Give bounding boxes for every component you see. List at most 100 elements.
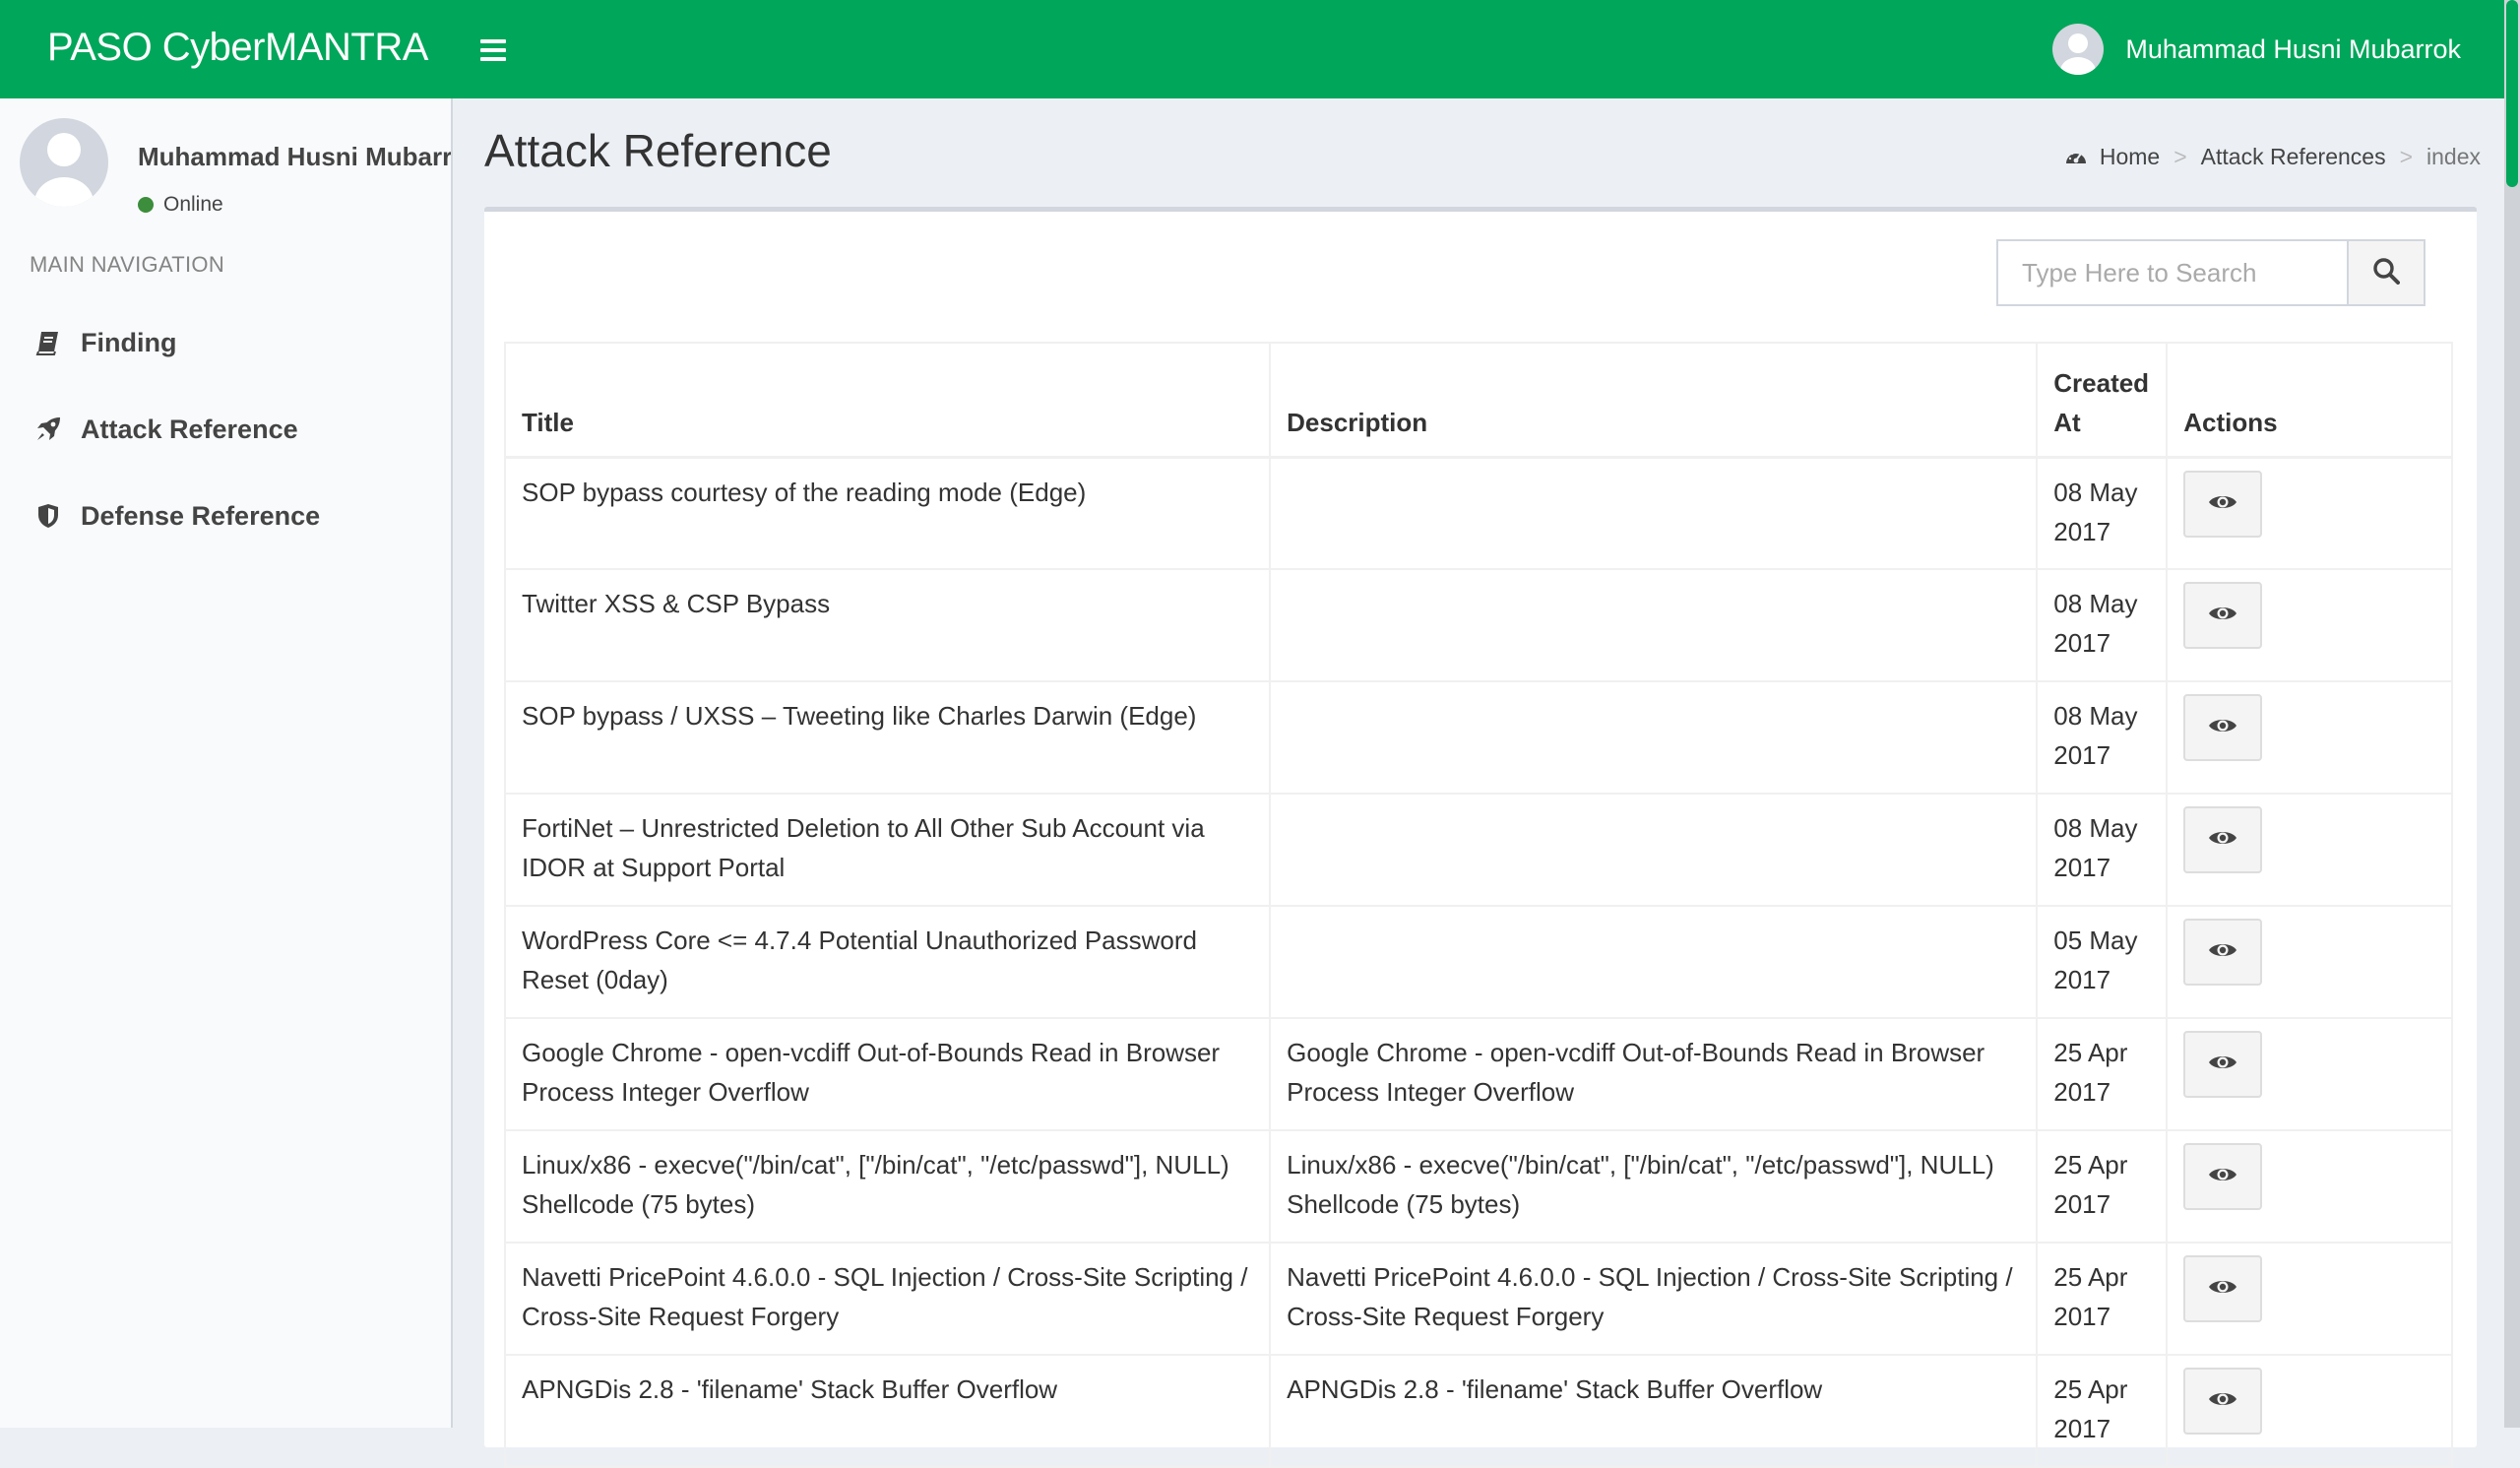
avatar xyxy=(2052,24,2105,75)
search-icon xyxy=(2372,257,2400,289)
cell-created-at: 08 May 2017 xyxy=(2036,456,2169,570)
online-status-dot-icon xyxy=(138,197,154,213)
breadcrumb-separator: > xyxy=(2174,144,2187,169)
breadcrumb-current: index xyxy=(2426,144,2481,169)
column-header-title[interactable]: Title xyxy=(503,342,1272,459)
cell-actions xyxy=(2166,793,2453,907)
attack-reference-box: Title Description Created At Actions SOP… xyxy=(484,207,2477,1468)
sidebar-item-label: Defense Reference xyxy=(81,500,321,531)
cell-actions xyxy=(2166,1129,2453,1244)
sidebar: Muhammad Husni Mubarrok Online MAIN NAVI… xyxy=(0,98,453,1428)
book-icon xyxy=(33,328,63,357)
cell-actions xyxy=(2166,1242,2453,1356)
cell-title: Twitter XSS & CSP Bypass xyxy=(503,568,1272,682)
view-button[interactable] xyxy=(2183,1255,2263,1322)
sidebar-item-label: Attack Reference xyxy=(81,414,298,444)
cell-created-at: 25 Apr 2017 xyxy=(2036,1354,2169,1468)
column-header-description[interactable]: Description xyxy=(1269,342,2039,459)
column-header-actions: Actions xyxy=(2166,342,2453,459)
view-button[interactable] xyxy=(2183,1143,2263,1210)
table-row: Linux/x86 - execve("/bin/cat", ["/bin/ca… xyxy=(503,1129,2453,1244)
cell-created-at: 08 May 2017 xyxy=(2036,568,2169,682)
sidebar-item-label: Finding xyxy=(81,327,177,357)
view-button[interactable] xyxy=(2183,694,2263,761)
search-button[interactable] xyxy=(2347,239,2426,306)
eye-icon xyxy=(2208,1157,2237,1196)
avatar xyxy=(20,118,108,207)
sidebar-item-defense-reference[interactable]: Defense Reference xyxy=(0,473,451,559)
cell-created-at: 25 Apr 2017 xyxy=(2036,1242,2169,1356)
user-menu[interactable]: Muhammad Husni Mubarrok xyxy=(2052,24,2461,75)
user-menu-name: Muhammad Husni Mubarrok xyxy=(2125,33,2461,64)
search-input[interactable] xyxy=(1996,239,2347,306)
cell-actions xyxy=(2166,680,2453,795)
dashboard-icon xyxy=(2064,147,2088,168)
brand-logo[interactable]: PASO CyberMANTRA xyxy=(47,26,428,70)
sidebar-toggle-icon[interactable] xyxy=(480,39,506,61)
view-button[interactable] xyxy=(2183,806,2263,873)
user-status: Online xyxy=(138,193,223,217)
cell-title: Google Chrome - open-vcdiff Out-of-Bound… xyxy=(503,1017,1272,1131)
eye-icon xyxy=(2208,932,2237,972)
view-button[interactable] xyxy=(2183,919,2263,986)
cell-description xyxy=(1269,456,2039,570)
cell-title: Navetti PricePoint 4.6.0.0 - SQL Injecti… xyxy=(503,1242,1272,1356)
eye-icon xyxy=(2208,820,2237,860)
nav-header: MAIN NAVIGATION xyxy=(30,252,225,277)
sidebar-user-panel: Muhammad Husni Mubarrok Online xyxy=(20,118,451,216)
cell-title: WordPress Core <= 4.7.4 Potential Unauth… xyxy=(503,905,1272,1019)
table-row: WordPress Core <= 4.7.4 Potential Unauth… xyxy=(503,905,2453,1019)
cell-description xyxy=(1269,680,2039,795)
cell-description: Navetti PricePoint 4.6.0.0 - SQL Injecti… xyxy=(1269,1242,2039,1356)
cell-created-at: 25 Apr 2017 xyxy=(2036,1129,2169,1244)
eye-icon xyxy=(2208,708,2237,747)
user-status-label: Online xyxy=(163,193,223,216)
eye-icon xyxy=(2208,484,2237,524)
cell-description: Google Chrome - open-vcdiff Out-of-Bound… xyxy=(1269,1017,2039,1131)
scrollbar[interactable] xyxy=(2504,0,2520,1428)
view-button[interactable] xyxy=(2183,470,2263,538)
eye-icon xyxy=(2208,1269,2237,1308)
eye-icon xyxy=(2208,596,2237,635)
breadcrumb-attack-references-link[interactable]: Attack References xyxy=(2201,144,2386,170)
cell-actions xyxy=(2166,568,2453,682)
cell-title: Linux/x86 - execve("/bin/cat", ["/bin/ca… xyxy=(503,1129,1272,1244)
sidebar-item-finding[interactable]: Finding xyxy=(0,299,451,386)
cell-description xyxy=(1269,793,2039,907)
table-row: FortiNet – Unrestricted Deletion to All … xyxy=(503,793,2453,907)
cell-title: SOP bypass / UXSS – Tweeting like Charle… xyxy=(503,680,1272,795)
search-form xyxy=(1996,239,2426,306)
table-body: SOP bypass courtesy of the reading mode … xyxy=(503,456,2453,1468)
scrollbar-thumb[interactable] xyxy=(2506,0,2518,187)
cell-title: APNGDis 2.8 - 'filename' Stack Buffer Ov… xyxy=(503,1354,1272,1468)
top-navbar: PASO CyberMANTRA Muhammad Husni Mubarrok xyxy=(0,0,2520,98)
table-header-row: Title Description Created At Actions xyxy=(503,342,2453,459)
cell-created-at: 25 Apr 2017 xyxy=(2036,1017,2169,1131)
rocket-icon xyxy=(33,415,63,444)
cell-actions xyxy=(2166,456,2453,570)
page-title: Attack Reference xyxy=(484,125,832,176)
column-header-created-at[interactable]: Created At xyxy=(2036,342,2169,459)
cell-actions xyxy=(2166,1354,2453,1468)
cell-title: FortiNet – Unrestricted Deletion to All … xyxy=(503,793,1272,907)
attack-reference-table: Title Description Created At Actions SOP… xyxy=(503,342,2453,1468)
breadcrumb: Home > Attack References > index xyxy=(2064,144,2481,170)
table-row: Twitter XSS & CSP Bypass 08 May 2017 xyxy=(503,568,2453,682)
view-button[interactable] xyxy=(2183,1031,2263,1098)
cell-title: SOP bypass courtesy of the reading mode … xyxy=(503,456,1272,570)
breadcrumb-home-link[interactable]: Home xyxy=(2100,144,2160,170)
table-row: Navetti PricePoint 4.6.0.0 - SQL Injecti… xyxy=(503,1242,2453,1356)
cell-created-at: 05 May 2017 xyxy=(2036,905,2169,1019)
view-button[interactable] xyxy=(2183,582,2263,649)
view-button[interactable] xyxy=(2183,1368,2263,1435)
table-row: SOP bypass courtesy of the reading mode … xyxy=(503,456,2453,570)
cell-created-at: 08 May 2017 xyxy=(2036,680,2169,795)
eye-icon xyxy=(2208,1381,2237,1421)
table-row: APNGDis 2.8 - 'filename' Stack Buffer Ov… xyxy=(503,1354,2453,1468)
cell-description: APNGDis 2.8 - 'filename' Stack Buffer Ov… xyxy=(1269,1354,2039,1468)
eye-icon xyxy=(2208,1045,2237,1084)
sidebar-item-attack-reference[interactable]: Attack Reference xyxy=(0,386,451,473)
cell-description xyxy=(1269,905,2039,1019)
cell-actions xyxy=(2166,905,2453,1019)
shield-icon xyxy=(33,501,63,531)
